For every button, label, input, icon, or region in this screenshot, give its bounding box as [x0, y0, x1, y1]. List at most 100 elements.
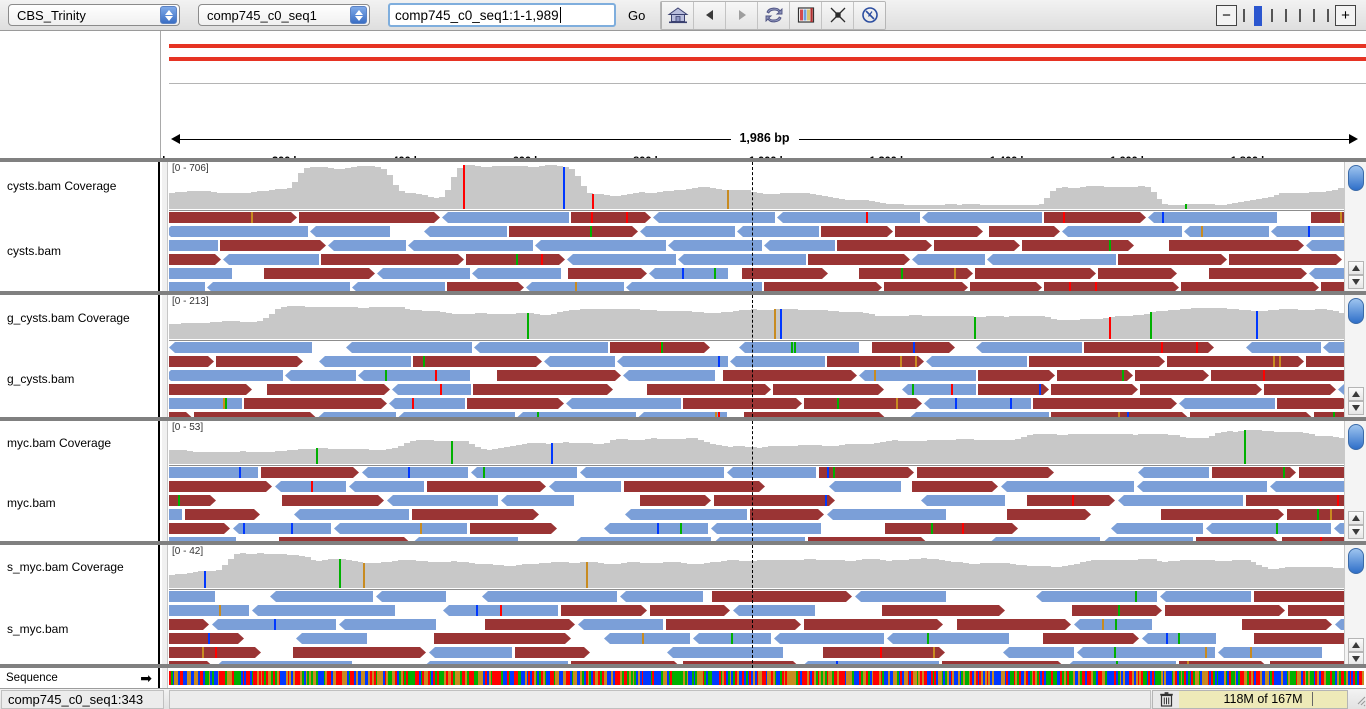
alignment-read[interactable] — [549, 481, 621, 492]
alignment-read[interactable] — [412, 509, 539, 520]
coverage-plot[interactable] — [169, 421, 1344, 465]
zoom-tick-4[interactable] — [1293, 9, 1307, 22]
alignment-read[interactable] — [678, 254, 806, 265]
genome-select-spinner[interactable] — [160, 6, 177, 24]
alignment-read[interactable] — [207, 282, 350, 291]
alignment-read[interactable] — [282, 495, 384, 506]
alignment-read[interactable] — [275, 481, 346, 492]
alignment-read[interactable] — [1072, 605, 1162, 616]
alignment-read[interactable] — [467, 398, 564, 409]
alignment-read[interactable] — [987, 254, 1116, 265]
alignment-read[interactable] — [804, 398, 922, 409]
alignment-read[interactable] — [566, 398, 681, 409]
zoom-out-button[interactable]: − — [1216, 5, 1237, 26]
alignment-read[interactable] — [470, 523, 557, 534]
alignment-read[interactable] — [216, 356, 303, 367]
alignment-read[interactable] — [447, 282, 524, 291]
region-navigator-button[interactable] — [789, 2, 821, 29]
alignment-read[interactable] — [387, 495, 498, 506]
alignment-read[interactable] — [640, 495, 711, 506]
alignment-read[interactable] — [872, 342, 955, 353]
alignment-read[interactable] — [1246, 495, 1344, 506]
alignment-read[interactable] — [252, 605, 395, 616]
alignment-read[interactable] — [169, 619, 209, 630]
alignment-read[interactable] — [346, 342, 472, 353]
alignment-read[interactable] — [926, 356, 1027, 367]
alignment-read[interactable] — [296, 633, 367, 644]
alignment-read[interactable] — [319, 356, 411, 367]
alignment-read[interactable] — [485, 619, 575, 630]
alignment-read[interactable] — [169, 633, 244, 644]
alignment-read[interactable] — [434, 633, 571, 644]
alignment-read[interactable] — [466, 254, 565, 265]
alignment-read[interactable] — [887, 633, 1009, 644]
zoom-tick-1[interactable] — [1251, 6, 1265, 26]
alignment-read[interactable] — [1254, 633, 1344, 644]
alignment-read[interactable] — [442, 212, 569, 223]
alignment-read[interactable] — [1033, 398, 1177, 409]
alignment-read[interactable] — [509, 226, 638, 237]
alignment-read[interactable] — [1057, 370, 1133, 381]
alignment-read[interactable] — [264, 268, 375, 279]
alignment-read[interactable] — [376, 591, 446, 602]
alignment-read[interactable] — [823, 647, 945, 658]
coverage-track-label[interactable]: s_myc.bam Coverage — [7, 560, 124, 574]
alignment-read[interactable] — [1140, 384, 1262, 395]
alignment-read[interactable] — [389, 398, 465, 409]
alignment-read[interactable] — [774, 633, 884, 644]
alignment-read[interactable] — [349, 481, 424, 492]
attribute-column[interactable] — [162, 421, 168, 541]
popup-behavior-button[interactable] — [853, 2, 885, 29]
track-data-panel[interactable]: [0 - 42] — [169, 545, 1344, 668]
scroll-up-button[interactable] — [1348, 638, 1364, 652]
alignment-read[interactable] — [666, 619, 801, 630]
memory-usage-text[interactable]: 118M of 167M — [1179, 691, 1347, 708]
alignment-read[interactable] — [604, 633, 690, 644]
coverage-track-label[interactable]: myc.bam Coverage — [7, 436, 111, 450]
alignment-read[interactable] — [473, 384, 613, 395]
alignment-read[interactable] — [501, 495, 574, 506]
alignment-read[interactable] — [764, 282, 882, 291]
alignment-read[interactable] — [1135, 370, 1209, 381]
alignment-read[interactable] — [819, 467, 914, 478]
alignment-read[interactable] — [957, 619, 1071, 630]
alignment-read[interactable] — [169, 282, 205, 291]
alignment-read[interactable] — [169, 342, 312, 353]
alignment-read[interactable] — [884, 282, 968, 291]
alignment-read[interactable] — [427, 481, 546, 492]
alignment-read[interactable] — [912, 254, 985, 265]
alignment-read[interactable] — [169, 495, 216, 506]
alignment-read[interactable] — [739, 342, 859, 353]
track-data-panel[interactable]: [0 - 53] — [169, 421, 1344, 541]
alignment-read[interactable] — [1029, 356, 1165, 367]
alignment-read[interactable] — [1254, 591, 1344, 602]
alignment-read[interactable] — [1264, 384, 1336, 395]
alignment-read[interactable] — [1288, 605, 1344, 616]
alignment-read[interactable] — [821, 226, 893, 237]
zoom-in-button[interactable]: + — [1335, 5, 1356, 26]
track-data-panel[interactable]: [0 - 706] — [169, 162, 1344, 291]
alignment-read[interactable] — [1138, 467, 1209, 478]
genome-select[interactable]: CBS_Trinity — [8, 4, 180, 26]
zoom-tick-2[interactable] — [1265, 9, 1279, 22]
alignment-read[interactable] — [902, 384, 976, 395]
alignment-read[interactable] — [1111, 523, 1203, 534]
alignment-read[interactable] — [1218, 647, 1322, 658]
alignment-read[interactable] — [1270, 481, 1344, 492]
alignment-read[interactable] — [474, 342, 608, 353]
alignment-read[interactable] — [1062, 226, 1182, 237]
alignment-read[interactable] — [169, 481, 272, 492]
alignment-read[interactable] — [855, 591, 946, 602]
alignment-read[interactable] — [1165, 605, 1285, 616]
ruler-panel[interactable]: 1,986 bp bp200 bp400 bp600 bp800 bp1,000… — [160, 31, 1366, 158]
scroll-up-button[interactable] — [1348, 261, 1364, 275]
alignment-track-label[interactable]: s_myc.bam — [7, 622, 68, 636]
alignment-read[interactable] — [328, 240, 406, 251]
track-name-panel[interactable]: g_cysts.bam Coverageg_cysts.bam — [0, 295, 160, 417]
alignment-read[interactable] — [408, 240, 533, 251]
alignment-reads[interactable] — [169, 591, 1344, 668]
alignment-read[interactable] — [169, 356, 214, 367]
alignment-read[interactable] — [750, 509, 824, 520]
alignment-read[interactable] — [859, 268, 973, 279]
scroll-down-button[interactable] — [1348, 525, 1364, 539]
